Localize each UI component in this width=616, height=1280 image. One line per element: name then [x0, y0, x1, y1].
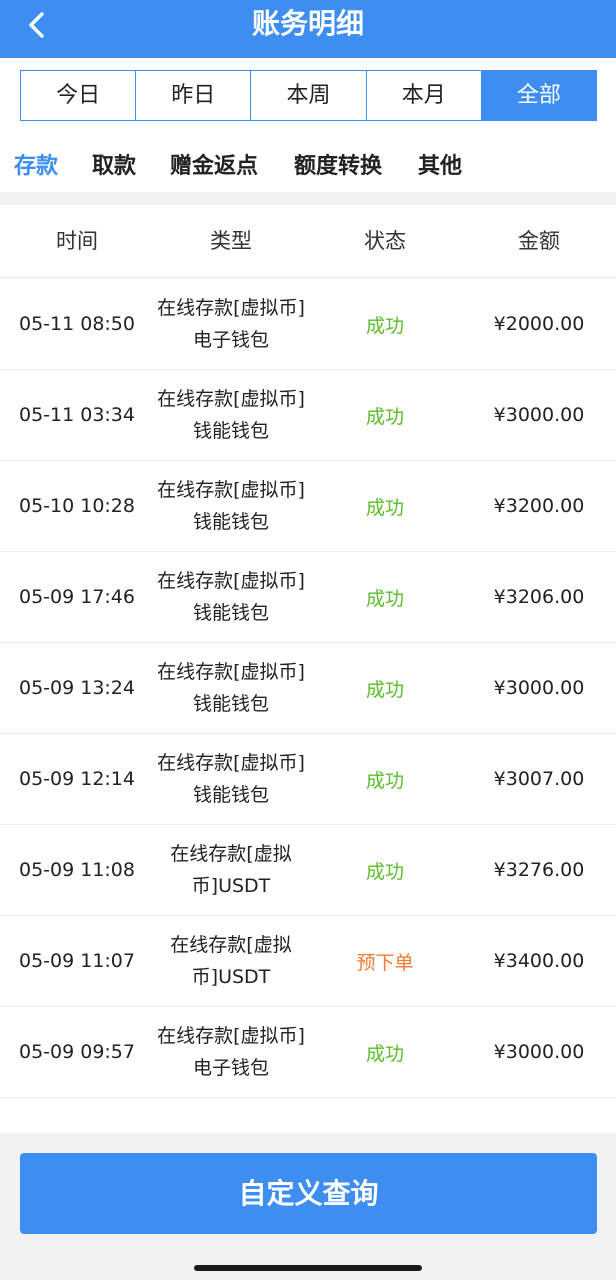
row-type-line2: 电子钱包 — [192, 1057, 269, 1079]
row-time: 05-09 13:24 — [18, 677, 135, 699]
table-row[interactable]: 05-09 12:14 在线存款[虚拟币] 钱能钱包 成功 ¥3007.00 — [0, 734, 616, 825]
row-amount: ¥3000.00 — [493, 1041, 585, 1063]
row-type-line1: 在线存款[虚拟币] — [157, 1025, 305, 1047]
row-amount: ¥3000.00 — [493, 404, 585, 426]
row-type-line1: 在线存款[虚拟币] — [157, 570, 305, 592]
row-time: 05-10 10:28 — [18, 495, 135, 517]
row-amount: ¥3000.00 — [493, 677, 585, 699]
row-amount: ¥3200.00 — [493, 495, 585, 517]
records-table: 时间 类型 状态 金额 05-11 08:50 在线存款[虚拟币] 电子钱包 成功 ¥2… — [0, 205, 616, 1133]
table-row[interactable]: 05-11 03:34 在线存款[虚拟币] 钱能钱包 成功 ¥3000.00 — [0, 370, 616, 461]
row-amount: ¥3400.00 — [493, 950, 585, 972]
row-type-line1: 在线存款[虚拟币] — [157, 661, 305, 683]
row-type: 在线存款[虚拟币] 钱能钱包 — [154, 370, 308, 460]
row-type-line2: 钱能钱包 — [192, 602, 269, 624]
row-type-line2: 币]USDT — [191, 966, 271, 988]
row-type: 在线存款[虚拟 币]USDT — [154, 916, 308, 1006]
category-bonus-rebate[interactable]: 赠金返点 — [170, 151, 258, 183]
tab-this-week[interactable]: 本周 — [251, 71, 367, 120]
date-range-tabs: 今日 昨日 本周 本月 全部 — [20, 70, 597, 121]
row-amount: ¥3276.00 — [493, 859, 585, 881]
row-type: 在线存款[虚拟币] 钱能钱包 — [154, 552, 308, 642]
header-amount: 金额 — [518, 229, 560, 253]
row-amount: ¥3007.00 — [493, 768, 585, 790]
row-status: 成功 — [365, 1042, 404, 1065]
row-type-line2: 钱能钱包 — [192, 420, 269, 442]
table-row[interactable]: 05-11 08:50 在线存款[虚拟币] 电子钱包 成功 ¥2000.00 — [0, 279, 616, 370]
row-time: 05-09 11:07 — [18, 950, 135, 972]
header-status: 状态 — [364, 229, 406, 253]
row-type-line1: 在线存款[虚拟 — [170, 934, 292, 956]
table-row[interactable]: 在线存款[虚拟币] — [0, 1098, 616, 1133]
table-header: 时间 类型 状态 金额 — [0, 205, 616, 278]
row-type-line1: 在线存款[虚拟币] — [157, 752, 305, 774]
row-type: 在线存款[虚拟币] — [154, 1098, 308, 1133]
row-time: 05-11 08:50 — [18, 313, 135, 335]
category-transfer[interactable]: 额度转换 — [294, 151, 382, 183]
row-status: 预下单 — [356, 951, 414, 974]
row-type-line1: 在线存款[虚拟币] — [157, 479, 305, 501]
row-type: 在线存款[虚拟币] 钱能钱包 — [154, 461, 308, 551]
table-row[interactable]: 05-10 10:28 在线存款[虚拟币] 钱能钱包 成功 ¥3200.00 — [0, 461, 616, 552]
row-status: 成功 — [365, 314, 404, 337]
table-row[interactable]: 05-09 11:07 在线存款[虚拟 币]USDT 预下单 ¥3400.00 — [0, 916, 616, 1007]
tab-this-month[interactable]: 本月 — [366, 71, 482, 120]
row-type: 在线存款[虚拟币] 钱能钱包 — [154, 734, 308, 824]
row-status: 成功 — [365, 678, 404, 701]
row-type-line2: 钱能钱包 — [192, 511, 269, 533]
category-other[interactable]: 其他 — [418, 151, 462, 183]
header-type: 类型 — [210, 229, 252, 253]
row-type-line2: 电子钱包 — [192, 329, 269, 351]
row-type: 在线存款[虚拟币] 电子钱包 — [154, 279, 308, 369]
table-row[interactable]: 05-09 11:08 在线存款[虚拟 币]USDT 成功 ¥3276.00 — [0, 825, 616, 916]
table-row[interactable]: 05-09 09:57 在线存款[虚拟币] 电子钱包 成功 ¥3000.00 — [0, 1007, 616, 1098]
custom-query-button[interactable]: 自定义查询 — [20, 1153, 597, 1234]
row-time: 05-09 17:46 — [18, 586, 135, 608]
row-amount: ¥3206.00 — [493, 586, 585, 608]
page-title: 账务明细 — [251, 7, 364, 40]
row-type: 在线存款[虚拟币] 电子钱包 — [154, 1007, 308, 1097]
row-status — [308, 1098, 462, 1133]
row-time: 05-09 09:57 — [18, 1041, 135, 1063]
row-type-line1: 在线存款[虚拟币] — [157, 297, 305, 319]
category-tabs: 存款 取款 赠金返点 额度转换 其他 — [0, 143, 616, 191]
row-type: 在线存款[虚拟币] 钱能钱包 — [154, 643, 308, 733]
row-status: 成功 — [365, 860, 404, 883]
category-deposit[interactable]: 存款 — [14, 151, 58, 183]
row-type-line2: 币]USDT — [191, 875, 271, 897]
tab-all[interactable]: 全部 — [481, 71, 597, 120]
table-row[interactable]: 05-09 17:46 在线存款[虚拟币] 钱能钱包 成功 ¥3206.00 — [0, 552, 616, 643]
row-amount: ¥2000.00 — [493, 313, 585, 335]
row-type: 在线存款[虚拟 币]USDT — [154, 825, 308, 915]
table-row[interactable]: 05-09 13:24 在线存款[虚拟币] 钱能钱包 成功 ¥3000.00 — [0, 643, 616, 734]
row-type-line2: 钱能钱包 — [192, 693, 269, 715]
row-status: 成功 — [365, 496, 404, 519]
row-type-line2: 钱能钱包 — [192, 784, 269, 806]
tab-yesterday[interactable]: 昨日 — [136, 71, 252, 120]
row-status: 成功 — [365, 405, 404, 428]
app-header: 账务明细 — [0, 0, 616, 58]
row-type-line1: 在线存款[虚拟币] — [157, 388, 305, 410]
row-status: 成功 — [365, 587, 404, 610]
category-withdrawal[interactable]: 取款 — [92, 151, 136, 183]
row-time: 05-09 11:08 — [18, 859, 135, 881]
row-amount — [462, 1098, 616, 1133]
row-time — [0, 1098, 154, 1133]
tab-today[interactable]: 今日 — [21, 71, 137, 120]
home-indicator — [194, 1265, 422, 1271]
header-time: 时间 — [56, 229, 98, 253]
row-type-line1: 在线存款[虚拟 — [170, 843, 292, 865]
row-status: 成功 — [365, 769, 404, 792]
row-time: 05-11 03:34 — [18, 404, 135, 426]
table-body: 05-11 08:50 在线存款[虚拟币] 电子钱包 成功 ¥2000.00 05-11 … — [0, 279, 616, 1133]
row-time: 05-09 12:14 — [18, 768, 135, 790]
